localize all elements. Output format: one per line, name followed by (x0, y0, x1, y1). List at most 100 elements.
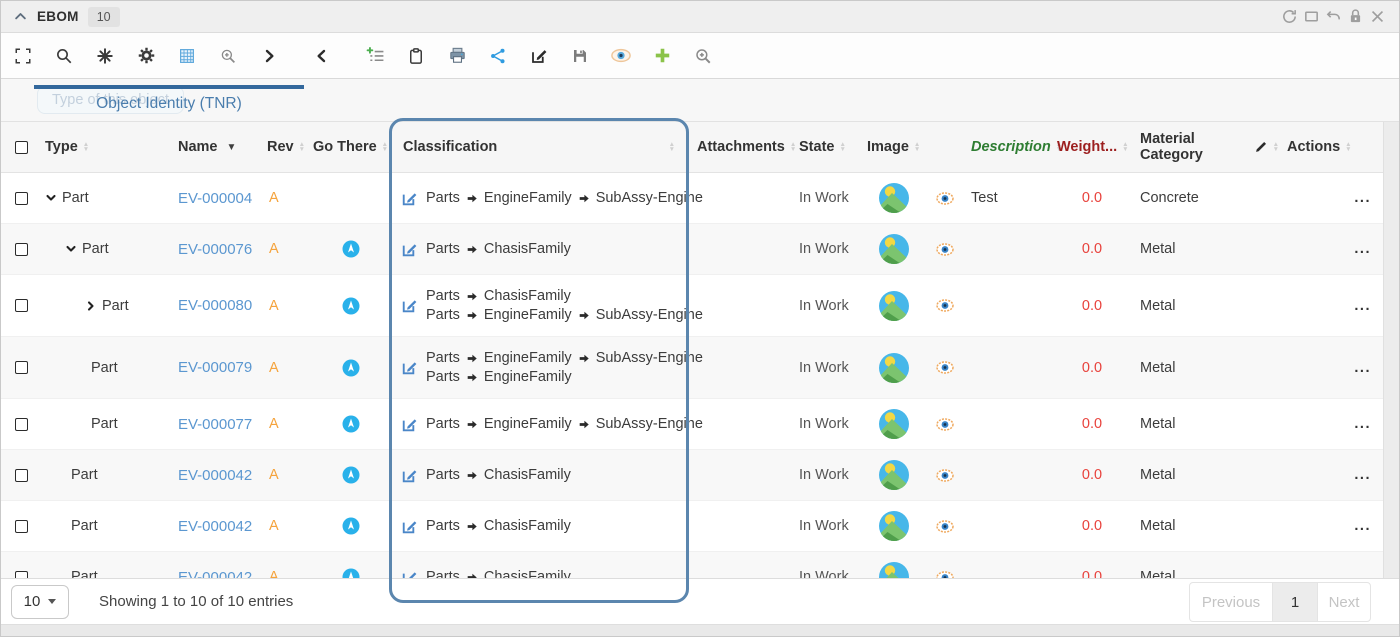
column-header-image[interactable]: Image▲▼ (859, 139, 921, 155)
part-thumbnail-image[interactable] (879, 409, 909, 439)
search-icon[interactable] (54, 46, 74, 66)
column-header-weight[interactable]: Weight...▲▼ (1049, 139, 1127, 155)
visibility-eye-icon[interactable] (936, 418, 954, 431)
part-thumbnail-image[interactable] (879, 183, 909, 213)
column-header-go-there[interactable]: Go There▲▼ (305, 139, 389, 155)
classification-edit-icon[interactable] (401, 297, 418, 314)
row-checkbox[interactable] (15, 571, 28, 579)
part-thumbnail-image[interactable] (879, 511, 909, 541)
classification-edit-icon[interactable] (401, 569, 418, 579)
visibility-eye-icon[interactable] (936, 192, 954, 205)
grid-icon[interactable] (177, 46, 197, 66)
expand-icon[interactable] (13, 46, 33, 66)
sort-icon[interactable]: ▲▼ (382, 142, 388, 152)
sort-desc-icon[interactable]: ▼ (227, 142, 237, 153)
column-header-material-category[interactable]: Material Category▲▼ (1127, 131, 1279, 163)
part-name-link[interactable]: EV-000077 (178, 416, 252, 433)
column-header-classification[interactable]: Classification▲▼ (389, 139, 689, 155)
add-list-icon[interactable] (365, 46, 385, 66)
collapse-panel-icon[interactable] (13, 9, 28, 24)
sort-icon[interactable]: ▲▼ (1345, 142, 1351, 152)
column-header-name[interactable]: Name▼ (161, 139, 259, 155)
sort-icon[interactable]: ▲▼ (83, 142, 89, 152)
undo-icon[interactable] (1323, 7, 1343, 27)
column-header-description[interactable]: Description▲▼ (961, 139, 1049, 155)
row-checkbox[interactable] (15, 192, 28, 205)
visibility-eye-icon[interactable] (936, 299, 954, 312)
go-there-icon[interactable] (342, 415, 360, 433)
part-name-link[interactable]: EV-000004 (178, 190, 252, 207)
part-thumbnail-image[interactable] (879, 353, 909, 383)
lock-icon[interactable] (1345, 7, 1365, 27)
zoom-in-icon[interactable] (693, 46, 713, 66)
row-actions-menu[interactable]: ... (1354, 190, 1371, 206)
classification-edit-icon[interactable] (401, 190, 418, 207)
row-checkbox[interactable] (15, 418, 28, 431)
part-name-link[interactable]: EV-000042 (178, 518, 252, 535)
row-checkbox[interactable] (15, 361, 28, 374)
go-there-icon[interactable] (342, 568, 360, 578)
part-name-link[interactable]: EV-000042 (178, 467, 252, 484)
go-there-icon[interactable] (342, 297, 360, 315)
add-icon[interactable] (652, 46, 672, 66)
part-thumbnail-image[interactable] (879, 460, 909, 490)
part-name-link[interactable]: EV-000042 (178, 569, 252, 579)
go-there-icon[interactable] (342, 517, 360, 535)
share-icon[interactable] (488, 46, 508, 66)
classification-edit-icon[interactable] (401, 518, 418, 535)
visibility-eye-icon[interactable] (936, 520, 954, 533)
visibility-eye-icon[interactable] (936, 469, 954, 482)
clipboard-icon[interactable] (406, 46, 426, 66)
row-actions-menu[interactable]: ... (1354, 467, 1371, 483)
row-checkbox[interactable] (15, 520, 28, 533)
row-actions-menu[interactable]: ... (1354, 298, 1371, 314)
search-plus-icon[interactable] (218, 46, 238, 66)
column-header-state[interactable]: State▲▼ (789, 139, 859, 155)
classification-edit-icon[interactable] (401, 359, 418, 376)
row-checkbox[interactable] (15, 299, 28, 312)
chevron-right-icon[interactable] (259, 46, 279, 66)
go-there-icon[interactable] (342, 359, 360, 377)
row-actions-menu[interactable]: ... (1354, 241, 1371, 257)
next-page-button[interactable]: Next (1318, 583, 1370, 621)
expand-row-icon[interactable] (85, 300, 97, 312)
row-actions-menu[interactable]: ... (1354, 360, 1371, 376)
print-icon[interactable] (447, 46, 467, 66)
page-size-select[interactable]: 10 (11, 585, 69, 619)
visibility-eye-icon[interactable] (936, 571, 954, 579)
visibility-eye-icon[interactable] (936, 243, 954, 256)
row-actions-menu[interactable]: ... (1354, 569, 1371, 578)
row-checkbox[interactable] (15, 469, 28, 482)
go-there-icon[interactable] (342, 466, 360, 484)
part-name-link[interactable]: EV-000079 (178, 359, 252, 376)
row-checkbox[interactable] (15, 243, 28, 256)
column-header-actions[interactable]: Actions▲▼ (1279, 139, 1385, 155)
row-actions-menu[interactable]: ... (1354, 416, 1371, 432)
sort-icon[interactable]: ▲▼ (839, 142, 845, 152)
column-header-rev[interactable]: Rev▲▼ (259, 139, 305, 155)
current-page-button[interactable]: 1 (1272, 583, 1318, 621)
chevron-left-icon[interactable] (312, 46, 332, 66)
sort-icon[interactable]: ▲▼ (914, 142, 920, 152)
sync-icon[interactable] (1279, 7, 1299, 27)
go-there-icon[interactable] (342, 240, 360, 258)
classification-edit-icon[interactable] (401, 241, 418, 258)
select-all-checkbox[interactable] (15, 141, 28, 154)
burst-icon[interactable] (95, 46, 115, 66)
part-name-link[interactable]: EV-000080 (178, 297, 252, 314)
close-icon[interactable] (1367, 7, 1387, 27)
visibility-icon[interactable] (611, 46, 631, 66)
part-thumbnail-image[interactable] (879, 291, 909, 321)
visibility-eye-icon[interactable] (936, 361, 954, 374)
classification-edit-icon[interactable] (401, 467, 418, 484)
collapse-row-icon[interactable] (45, 192, 57, 204)
previous-page-button[interactable]: Previous (1190, 583, 1272, 621)
settings-icon[interactable] (136, 46, 156, 66)
part-name-link[interactable]: EV-000076 (178, 241, 252, 258)
collapse-row-icon[interactable] (65, 243, 77, 255)
classification-edit-icon[interactable] (401, 416, 418, 433)
part-thumbnail-image[interactable] (879, 562, 909, 578)
column-header-attachments[interactable]: Attachments▲▼ (689, 139, 789, 155)
save-icon[interactable] (570, 46, 590, 66)
sort-icon[interactable]: ▲▼ (669, 142, 675, 152)
